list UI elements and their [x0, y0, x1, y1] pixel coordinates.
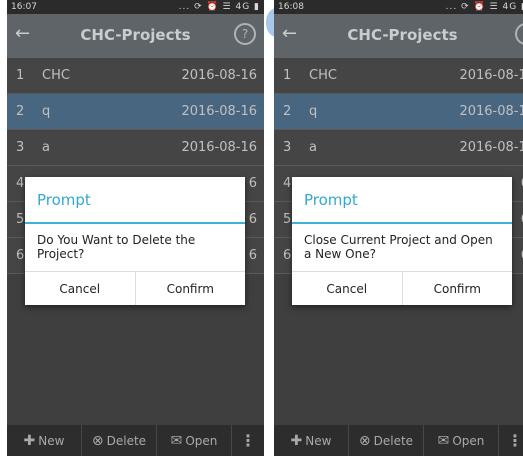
phone-screen-open: 16:08 ... ⟳ ⏰ ☰ 4G ▮ ← CHC-Projects ? 1 …	[274, 0, 523, 456]
more-menu-icon[interactable]: ⋮	[232, 425, 264, 456]
project-date: 6	[248, 212, 257, 227]
row-number: 1	[283, 68, 292, 83]
open-button[interactable]: ✉ Open	[157, 425, 232, 456]
phone-screen-delete: 16:07 ... ⟳ ⏰ ☰ 4G ▮ ← CHC-Projects ? 1 …	[7, 0, 264, 456]
open-envelope-icon: ✉	[170, 432, 183, 449]
project-name: q	[309, 104, 318, 119]
bottom-toolbar: ✚ New ⊗ Delete ✉ Open ⋮	[7, 425, 264, 456]
new-label: New	[305, 433, 332, 448]
prompt-dialog: Prompt Close Current Project and Open a …	[292, 177, 512, 305]
project-row[interactable]: 3 a 2016-08-16	[7, 130, 264, 166]
project-date: 6	[248, 248, 257, 263]
open-label: Open	[452, 433, 485, 448]
project-name: CHC	[42, 68, 70, 83]
page-title: CHC-Projects	[80, 26, 191, 44]
project-row[interactable]: 1 CHC 2016-08-16	[274, 58, 523, 94]
title-bar: ← CHC-Projects ?	[7, 14, 264, 58]
project-name: CHC	[309, 68, 337, 83]
more-menu-icon[interactable]: ⋮	[499, 425, 523, 456]
prompt-dialog: Prompt Do You Want to Delete the Project…	[25, 177, 245, 305]
delete-button[interactable]: ⊗ Delete	[82, 425, 157, 456]
dialog-title: Prompt	[292, 177, 512, 224]
delete-label: Delete	[373, 433, 414, 448]
open-label: Open	[185, 433, 218, 448]
row-number: 2	[16, 104, 25, 119]
new-project-icon: ✚	[23, 432, 36, 449]
row-number: 1	[16, 68, 25, 83]
project-row[interactable]: 1 CHC 2016-08-16	[7, 58, 264, 94]
row-number: 4	[283, 176, 292, 191]
new-project-icon: ✚	[290, 432, 303, 449]
project-date: 2016-08-16	[181, 140, 257, 155]
dialog-message: Close Current Project and Open a New One…	[304, 233, 493, 261]
project-date: 6	[248, 176, 257, 191]
new-button[interactable]: ✚ New	[274, 425, 349, 456]
project-row[interactable]: 3 a 2016-08-16	[274, 130, 523, 166]
status-bar: 16:08 ... ⟳ ⏰ ☰ 4G ▮	[274, 0, 523, 14]
project-name: q	[42, 104, 51, 119]
project-date: 2016-08-16	[181, 104, 257, 119]
status-time: 16:07	[11, 2, 37, 12]
status-icons: ... ⟳ ⏰ ☰ 4G ▮	[445, 2, 523, 12]
project-date: 2016-08-16	[459, 140, 523, 155]
project-date: 2016-08-16	[181, 68, 257, 83]
row-number: 5	[283, 212, 292, 227]
row-number: 5	[16, 212, 25, 227]
project-name: a	[309, 140, 317, 155]
delete-button[interactable]: ⊗ Delete	[349, 425, 424, 456]
row-number: 4	[16, 176, 25, 191]
project-name: a	[42, 140, 50, 155]
status-time: 16:08	[278, 2, 304, 12]
row-number: 2	[283, 104, 292, 119]
row-number: 3	[16, 140, 25, 155]
project-row-selected[interactable]: 2 q 2016-08-16	[7, 94, 264, 130]
status-bar: 16:07 ... ⟳ ⏰ ☰ 4G ▮	[7, 0, 264, 14]
title-bar: ← CHC-Projects ?	[274, 14, 523, 58]
project-row-selected[interactable]: 2 q 2016-08-16	[274, 94, 523, 130]
confirm-button[interactable]: Confirm	[136, 272, 246, 305]
new-button[interactable]: ✚ New	[7, 425, 82, 456]
cancel-button[interactable]: Cancel	[292, 272, 403, 305]
page-title: CHC-Projects	[347, 26, 458, 44]
new-label: New	[38, 433, 65, 448]
open-button[interactable]: ✉ Open	[424, 425, 499, 456]
open-envelope-icon: ✉	[437, 432, 450, 449]
delete-icon: ⊗	[91, 432, 104, 449]
status-icons: ... ⟳ ⏰ ☰ 4G ▮	[178, 2, 260, 12]
project-date: 2016-08-16	[459, 104, 523, 119]
row-number: 6	[283, 248, 292, 263]
bottom-toolbar: ✚ New ⊗ Delete ✉ Open ⋮	[274, 425, 523, 456]
dialog-message: Do You Want to Delete the Project?	[37, 233, 196, 261]
cancel-button[interactable]: Cancel	[25, 272, 136, 305]
help-icon[interactable]: ?	[234, 23, 256, 45]
project-date: 2016-08-16	[459, 68, 523, 83]
row-number: 3	[283, 140, 292, 155]
dialog-title: Prompt	[25, 177, 245, 224]
delete-label: Delete	[106, 433, 147, 448]
delete-icon: ⊗	[358, 432, 371, 449]
confirm-button[interactable]: Confirm	[403, 272, 513, 305]
row-number: 6	[16, 248, 25, 263]
